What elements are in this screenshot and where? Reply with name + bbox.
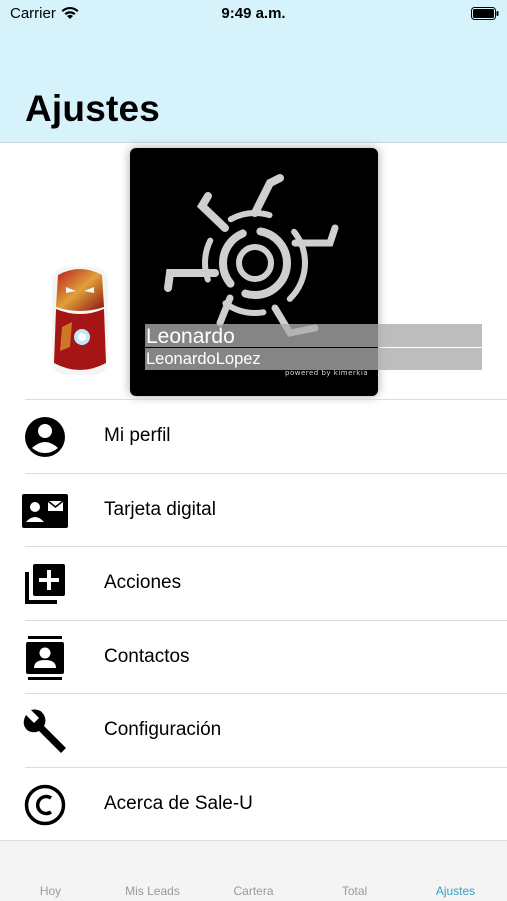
copyright-icon	[22, 783, 68, 827]
profile-header: powered by kimerkia Leonardo LeonardoLop…	[0, 143, 507, 399]
person-circle-icon	[22, 415, 68, 459]
menu-label: Mi perfil	[104, 425, 171, 446]
menu-label: Configuración	[104, 719, 222, 740]
avatar[interactable]	[52, 267, 108, 375]
menu-item-acerca-de[interactable]: Acerca de Sale-U	[0, 768, 507, 841]
tab-mis-leads[interactable]: Mis Leads	[102, 841, 203, 901]
tab-label: Total	[341, 884, 368, 898]
menu-item-configuracion[interactable]: Configuración	[0, 694, 507, 767]
menu-label: Acerca de Sale-U	[104, 792, 253, 814]
navigation-header: Ajustes	[0, 30, 507, 143]
tab-bar: Hoy Mis Leads Cartera Total Ajustes	[0, 840, 507, 901]
profile-name: Leonardo	[145, 324, 482, 348]
menu-item-contactos[interactable]: Contactos	[0, 621, 507, 694]
tab-hoy[interactable]: Hoy	[0, 841, 101, 901]
menu-item-acciones[interactable]: Acciones	[0, 547, 507, 620]
tab-label: Cartera	[233, 884, 274, 898]
tab-label: Hoy	[39, 884, 62, 898]
page-title: Ajustes	[25, 88, 161, 129]
battery-icon	[471, 7, 499, 20]
contacts-icon	[22, 635, 68, 680]
tab-cartera[interactable]: Cartera	[203, 841, 304, 901]
tab-total[interactable]: Total	[304, 841, 405, 901]
tab-ajustes[interactable]: Ajustes	[405, 841, 506, 901]
add-box-icon	[22, 562, 68, 606]
clock: 9:49 a.m.	[221, 5, 286, 22]
wrench-icon	[22, 709, 68, 753]
settings-menu: Mi perfil Tarjeta digital Acciones Conta…	[0, 399, 507, 840]
tab-label: Mis Leads	[125, 884, 180, 898]
menu-label: Tarjeta digital	[104, 498, 216, 520]
menu-label: Acciones	[104, 572, 182, 593]
cover-caption: powered by kimerkia	[285, 369, 369, 377]
status-bar: Carrier 9:49 a.m.	[0, 0, 507, 30]
menu-item-mi-perfil[interactable]: Mi perfil	[0, 400, 507, 473]
profile-username: LeonardoLopez	[145, 348, 482, 370]
contact-card-icon	[22, 489, 68, 533]
menu-label: Contactos	[104, 645, 190, 667]
tab-label: Ajustes	[435, 884, 476, 898]
menu-item-tarjeta-digital[interactable]: Tarjeta digital	[0, 474, 507, 547]
